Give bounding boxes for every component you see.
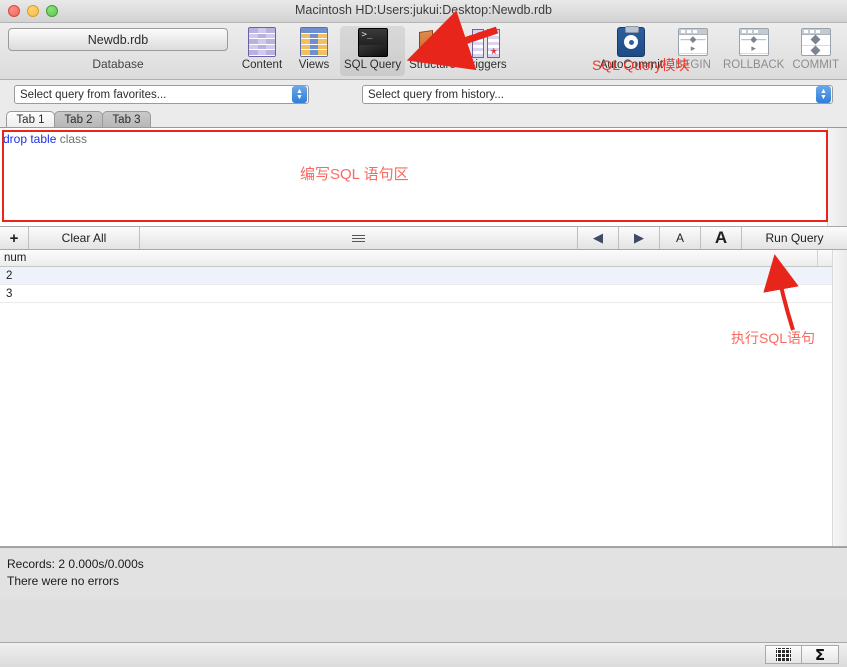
toolbar-item-rollback[interactable]: —◆—▸ —◆—▸ ROLLBACK <box>719 26 788 76</box>
query-tab-bar: Tab 1 Tab 2 Tab 3 <box>0 110 847 128</box>
query-selector-row: Select query from favorites... ▲ ▼ Select… <box>0 80 847 110</box>
history-dropdown[interactable]: Select query from history... ▲ ▼ <box>362 85 833 104</box>
transaction-begin-icon: —◆—▸ —◆—▸ <box>678 27 708 57</box>
triggers-icon <box>471 27 500 58</box>
sql-keyword: drop table <box>3 132 57 146</box>
toolbar-item-commit[interactable]: COMMIT <box>788 26 843 76</box>
toolbar-item-views[interactable]: Views <box>288 26 340 76</box>
query-options-menu-button[interactable] <box>140 227 578 249</box>
toolbar-item-sql-query[interactable]: SQL Query <box>340 26 406 76</box>
table-cell-num[interactable]: 2 <box>0 270 818 282</box>
table-grid-blue-icon <box>300 27 328 57</box>
tab-3[interactable]: Tab 3 <box>102 111 151 128</box>
database-selector-group: Newdb.rdb Database <box>8 28 228 71</box>
table-row[interactable]: 3 <box>0 285 847 303</box>
results-table-header: num <box>0 250 847 267</box>
sql-editor-container: drop table class <box>0 128 847 227</box>
table-row[interactable]: 2 <box>0 267 847 285</box>
toolbar-item-triggers[interactable]: Triggers <box>460 26 512 76</box>
toolbar-item-label: Structure <box>409 59 456 71</box>
database-label: Database <box>92 57 144 71</box>
aggregate-button[interactable]: Σ <box>802 645 839 664</box>
decrease-font-button[interactable]: A <box>660 227 701 249</box>
table-cell-num[interactable]: 3 <box>0 288 818 300</box>
sigma-aggregate-icon: Σ <box>814 645 826 664</box>
favorites-dropdown[interactable]: Select query from favorites... ▲ ▼ <box>14 85 309 104</box>
toolbar-item-label: ROLLBACK <box>723 59 785 71</box>
history-dropdown-value: Select query from history... <box>368 88 504 101</box>
table-grid-purple-icon <box>248 27 276 57</box>
results-vertical-scrollbar[interactable] <box>832 250 847 546</box>
footer-bar: Σ <box>0 642 847 667</box>
clipboard-gear-icon <box>617 26 646 57</box>
toolbar-item-label: Triggers <box>464 59 507 71</box>
toolbar-item-label: Views <box>298 59 330 71</box>
clear-all-button[interactable]: Clear All <box>29 227 140 249</box>
annotation-sql-query-module: SQL Query模块 <box>592 57 690 73</box>
sql-editor[interactable]: drop table class <box>0 128 828 226</box>
status-records: Records: 2 0.000s/0.000s <box>7 557 144 571</box>
transaction-rollback-icon: —◆—▸ —◆—▸ <box>738 27 769 57</box>
previous-query-button[interactable]: ◀ <box>578 227 619 249</box>
arrow-left-icon: ◀ <box>593 230 603 245</box>
table-view-button[interactable] <box>765 645 802 664</box>
door-structure-icon <box>417 27 448 57</box>
terminal-icon <box>357 27 388 57</box>
query-action-toolbar: + Clear All ◀ ▶ A A Run Query <box>0 227 847 250</box>
arrow-right-icon: ▶ <box>634 230 644 245</box>
editor-vertical-scrollbar[interactable] <box>827 128 847 226</box>
next-query-button[interactable]: ▶ <box>619 227 660 249</box>
add-tab-button[interactable]: + <box>0 227 29 249</box>
toolbar-item-label: COMMIT <box>792 59 839 71</box>
toolbar-modes: Content Views SQL Query <box>236 26 512 76</box>
annotation-editor-area: 编写SQL 语句区 <box>300 166 409 183</box>
column-header-num[interactable]: num <box>0 250 818 266</box>
rdb-application-window: Macintosh HD:Users:jukui:Desktop:Newdb.r… <box>0 0 847 667</box>
database-button[interactable]: Newdb.rdb <box>8 28 228 51</box>
chevron-updown-icon[interactable]: ▲ ▼ <box>292 86 307 103</box>
tab-1[interactable]: Tab 1 <box>6 111 55 128</box>
sql-editor-text: drop table class <box>3 132 87 146</box>
toolbar-item-label: SQL Query <box>344 59 402 71</box>
run-query-button[interactable]: Run Query <box>742 227 847 249</box>
hamburger-menu-icon <box>352 234 365 242</box>
toolbar-item-content[interactable]: Content <box>236 26 288 76</box>
status-errors: There were no errors <box>7 574 120 588</box>
tab-2[interactable]: Tab 2 <box>54 111 103 128</box>
transaction-commit-icon <box>800 27 831 57</box>
status-bar: Records: 2 0.000s/0.000s There were no e… <box>0 547 847 599</box>
results-table: num 2 3 <box>0 250 847 547</box>
chevron-updown-icon[interactable]: ▲ ▼ <box>816 86 831 103</box>
window-titlebar: Macintosh HD:Users:jukui:Desktop:Newdb.r… <box>0 0 847 23</box>
favorites-dropdown-value: Select query from favorites... <box>20 88 167 101</box>
annotation-run-query: 执行SQL语句 <box>731 330 816 346</box>
window-title: Macintosh HD:Users:jukui:Desktop:Newdb.r… <box>294 3 553 17</box>
toolbar-item-structure[interactable]: Structure <box>405 26 460 76</box>
toolbar-item-label: Content <box>241 59 283 71</box>
main-toolbar: Newdb.rdb Database Content Views >_ SQL … <box>0 23 847 80</box>
increase-font-button[interactable]: A <box>701 227 742 249</box>
sql-identifier: class <box>59 132 88 146</box>
table-view-icon <box>776 648 791 661</box>
